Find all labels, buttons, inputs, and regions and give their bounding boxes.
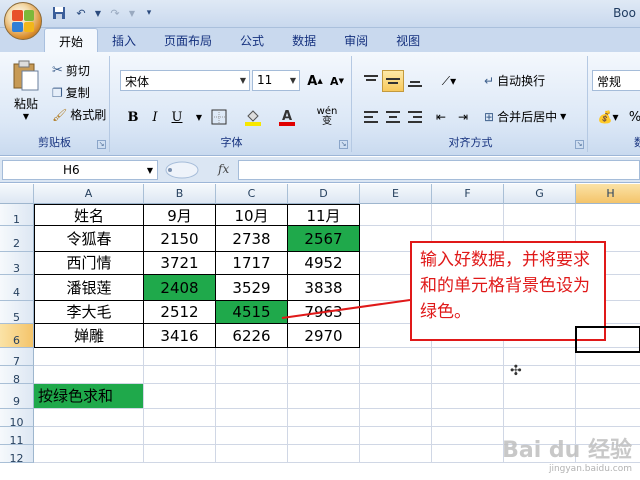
callout-text: 输入好数据，并将要求和的单元格背景色设为绿色。 — [420, 250, 590, 322]
watermark-sub: jingyan.baidu.com — [548, 464, 632, 474]
office-logo-icon — [12, 10, 34, 32]
cursor-cross-icon: ✣ — [510, 363, 522, 379]
watermark: Bai du 经验 jingyan.baidu.com — [502, 432, 632, 474]
office-button[interactable] — [4, 2, 42, 40]
selected-cell-h6[interactable] — [575, 326, 640, 353]
callout-pointer — [281, 299, 411, 319]
watermark-main: Bai du 经验 — [502, 438, 632, 463]
